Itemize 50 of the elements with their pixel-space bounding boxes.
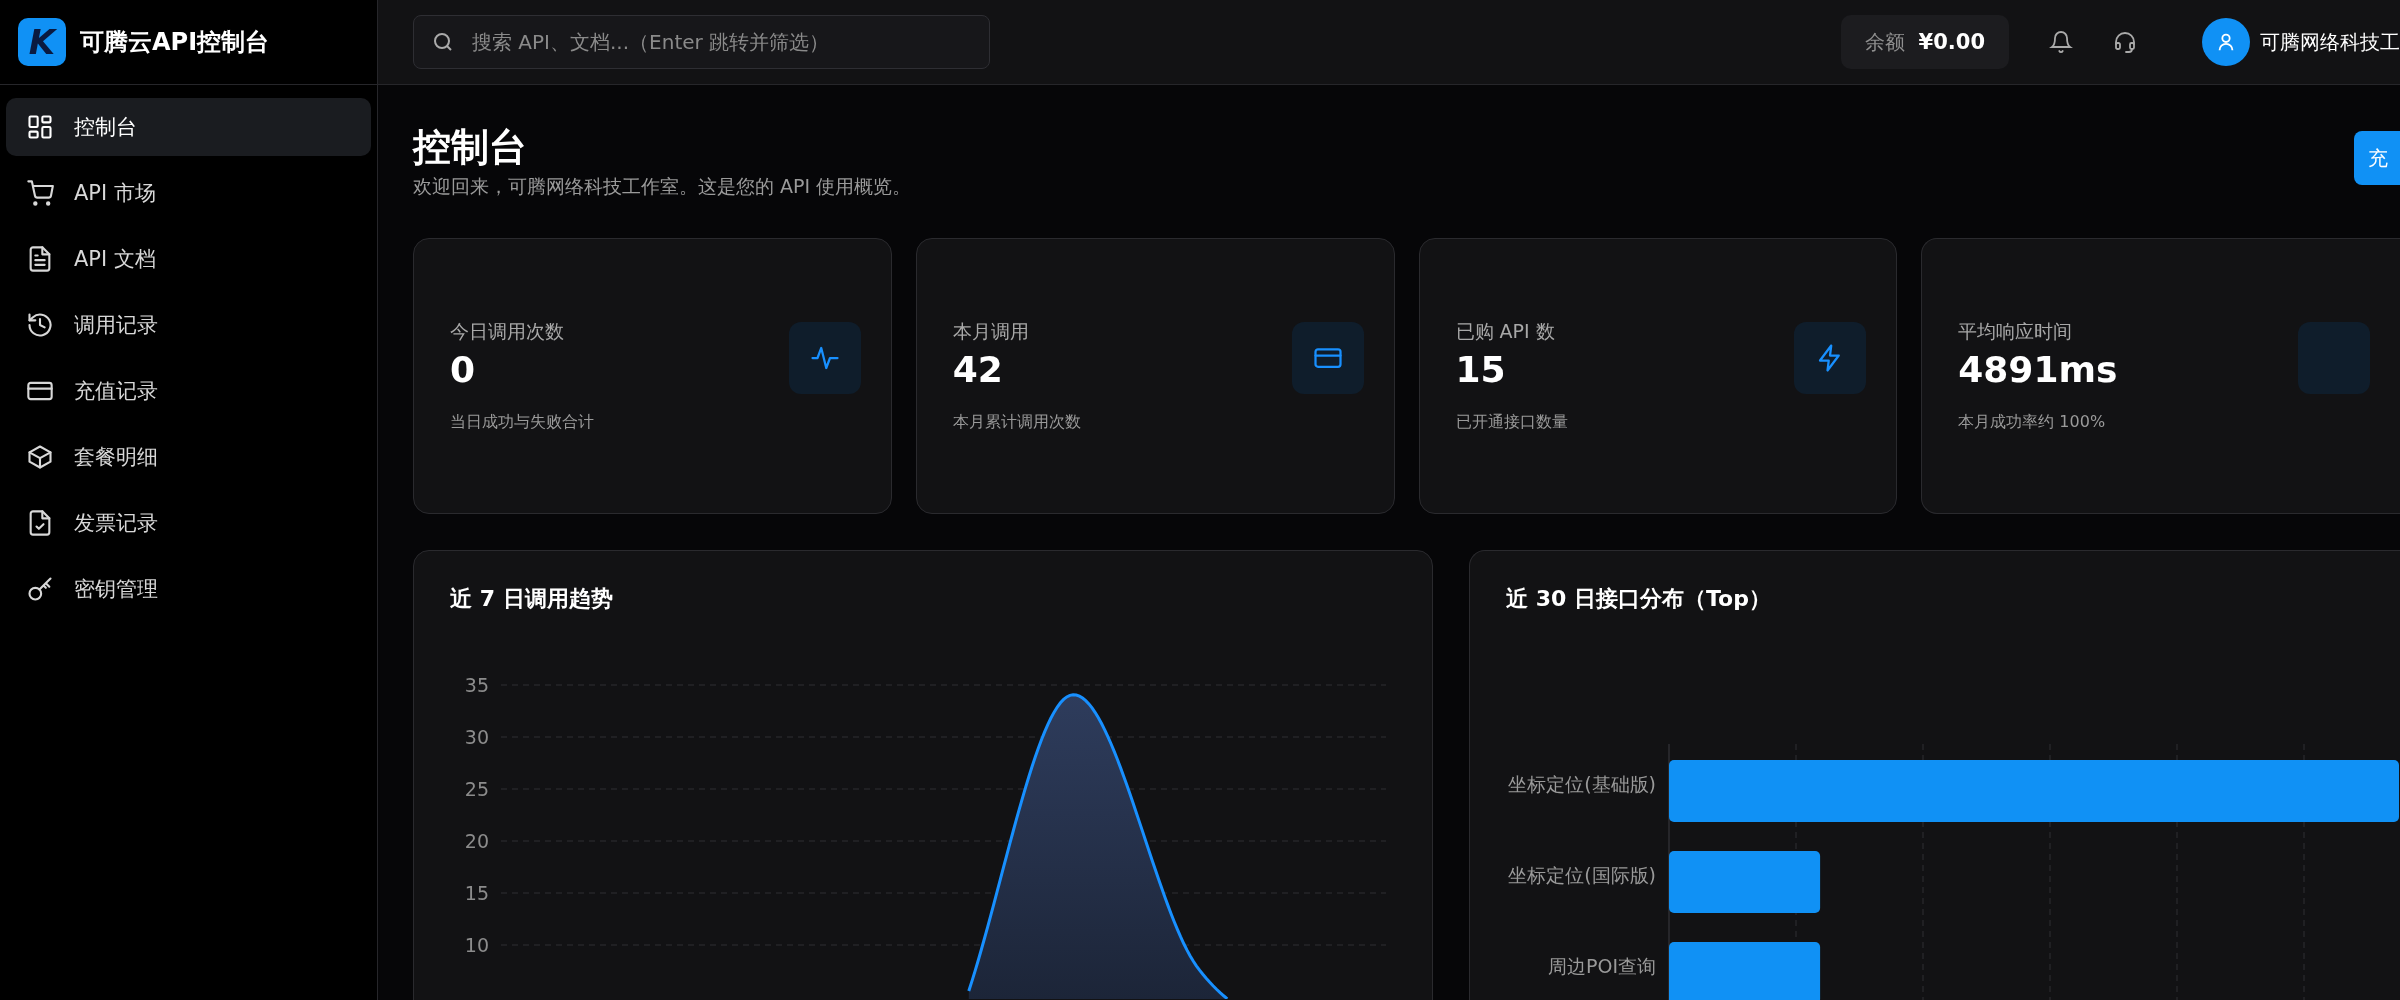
page-title: 控制台 xyxy=(413,124,528,171)
bell-icon[interactable] xyxy=(2049,30,2073,54)
chart-title: 近 7 日调用趋势 xyxy=(449,585,614,614)
stat-note: 当日成功与失败合计 xyxy=(450,412,595,434)
lightning-icon xyxy=(1794,322,1867,395)
stat-label: 本月调用 xyxy=(952,319,1030,345)
y-axis-label: 10 xyxy=(464,934,489,957)
sidebar-item[interactable]: 控制台 xyxy=(6,98,371,156)
stat-label: 今日调用次数 xyxy=(450,319,565,345)
key-icon xyxy=(26,575,54,603)
logo-icon: K xyxy=(18,18,66,66)
stat-value: 4891ms xyxy=(1958,349,2119,391)
y-axis-label: 15 xyxy=(464,882,489,905)
stat-value: 42 xyxy=(952,349,1004,391)
y-axis-label: 25 xyxy=(464,778,489,801)
stat-note: 本月成功率约 100% xyxy=(1958,412,2107,434)
pulse-icon xyxy=(788,322,861,395)
stat-label: 已购 API 数 xyxy=(1455,319,1556,345)
sidebar-item[interactable]: 发票记录 xyxy=(6,494,371,552)
history-icon xyxy=(26,311,54,339)
sidebar-item[interactable]: 调用记录 xyxy=(6,296,371,354)
sidebar-item[interactable]: 套餐明细 xyxy=(6,428,371,486)
stat-value: 15 xyxy=(1455,349,1507,391)
page-subtitle: 欢迎回来，可腾网络科技工作室。这是您的 API 使用概览。 xyxy=(413,174,913,200)
y-axis-label: 20 xyxy=(464,830,489,853)
grid-icon xyxy=(26,113,54,141)
cube-icon xyxy=(26,443,54,471)
y-axis-label: 35 xyxy=(464,674,489,697)
bar-label: 坐标定位(国际版) xyxy=(1508,864,1656,887)
stat-note: 已开通接口数量 xyxy=(1455,412,1569,434)
stat-value: 0 xyxy=(450,349,477,391)
sidebar-item[interactable]: API 市场 xyxy=(6,164,371,222)
cart-icon xyxy=(26,179,54,207)
card-icon xyxy=(1291,322,1364,395)
avatar-icon[interactable] xyxy=(2202,18,2250,66)
stat-note: 本月累计调用次数 xyxy=(952,412,1082,434)
bar-label: 坐标定位(基础版) xyxy=(1508,773,1656,796)
bar-label: 周边POI查询 xyxy=(1547,955,1656,978)
app-title: 可腾云API控制台 xyxy=(80,27,270,58)
search-field[interactable]: 搜索 API、文档...（Enter 跳转并筛选） xyxy=(413,15,990,69)
stat-label: 平均响应时间 xyxy=(1958,319,2074,345)
headset-icon[interactable] xyxy=(2113,30,2137,54)
y-axis-label: 30 xyxy=(464,726,489,749)
balance-amount: ¥0.00 xyxy=(1918,30,1985,54)
sidebar-item[interactable]: API 文档 xyxy=(6,230,371,288)
chart-title: 近 30 日接口分布（Top） xyxy=(1505,585,1772,614)
sidebar-item[interactable]: 密钥管理 xyxy=(6,560,371,618)
sidebar-item[interactable]: 充值记录 xyxy=(6,362,371,420)
user-name[interactable]: 可腾网络科技工 xyxy=(2260,28,2400,56)
balance-label: 余额 xyxy=(1864,28,1905,56)
